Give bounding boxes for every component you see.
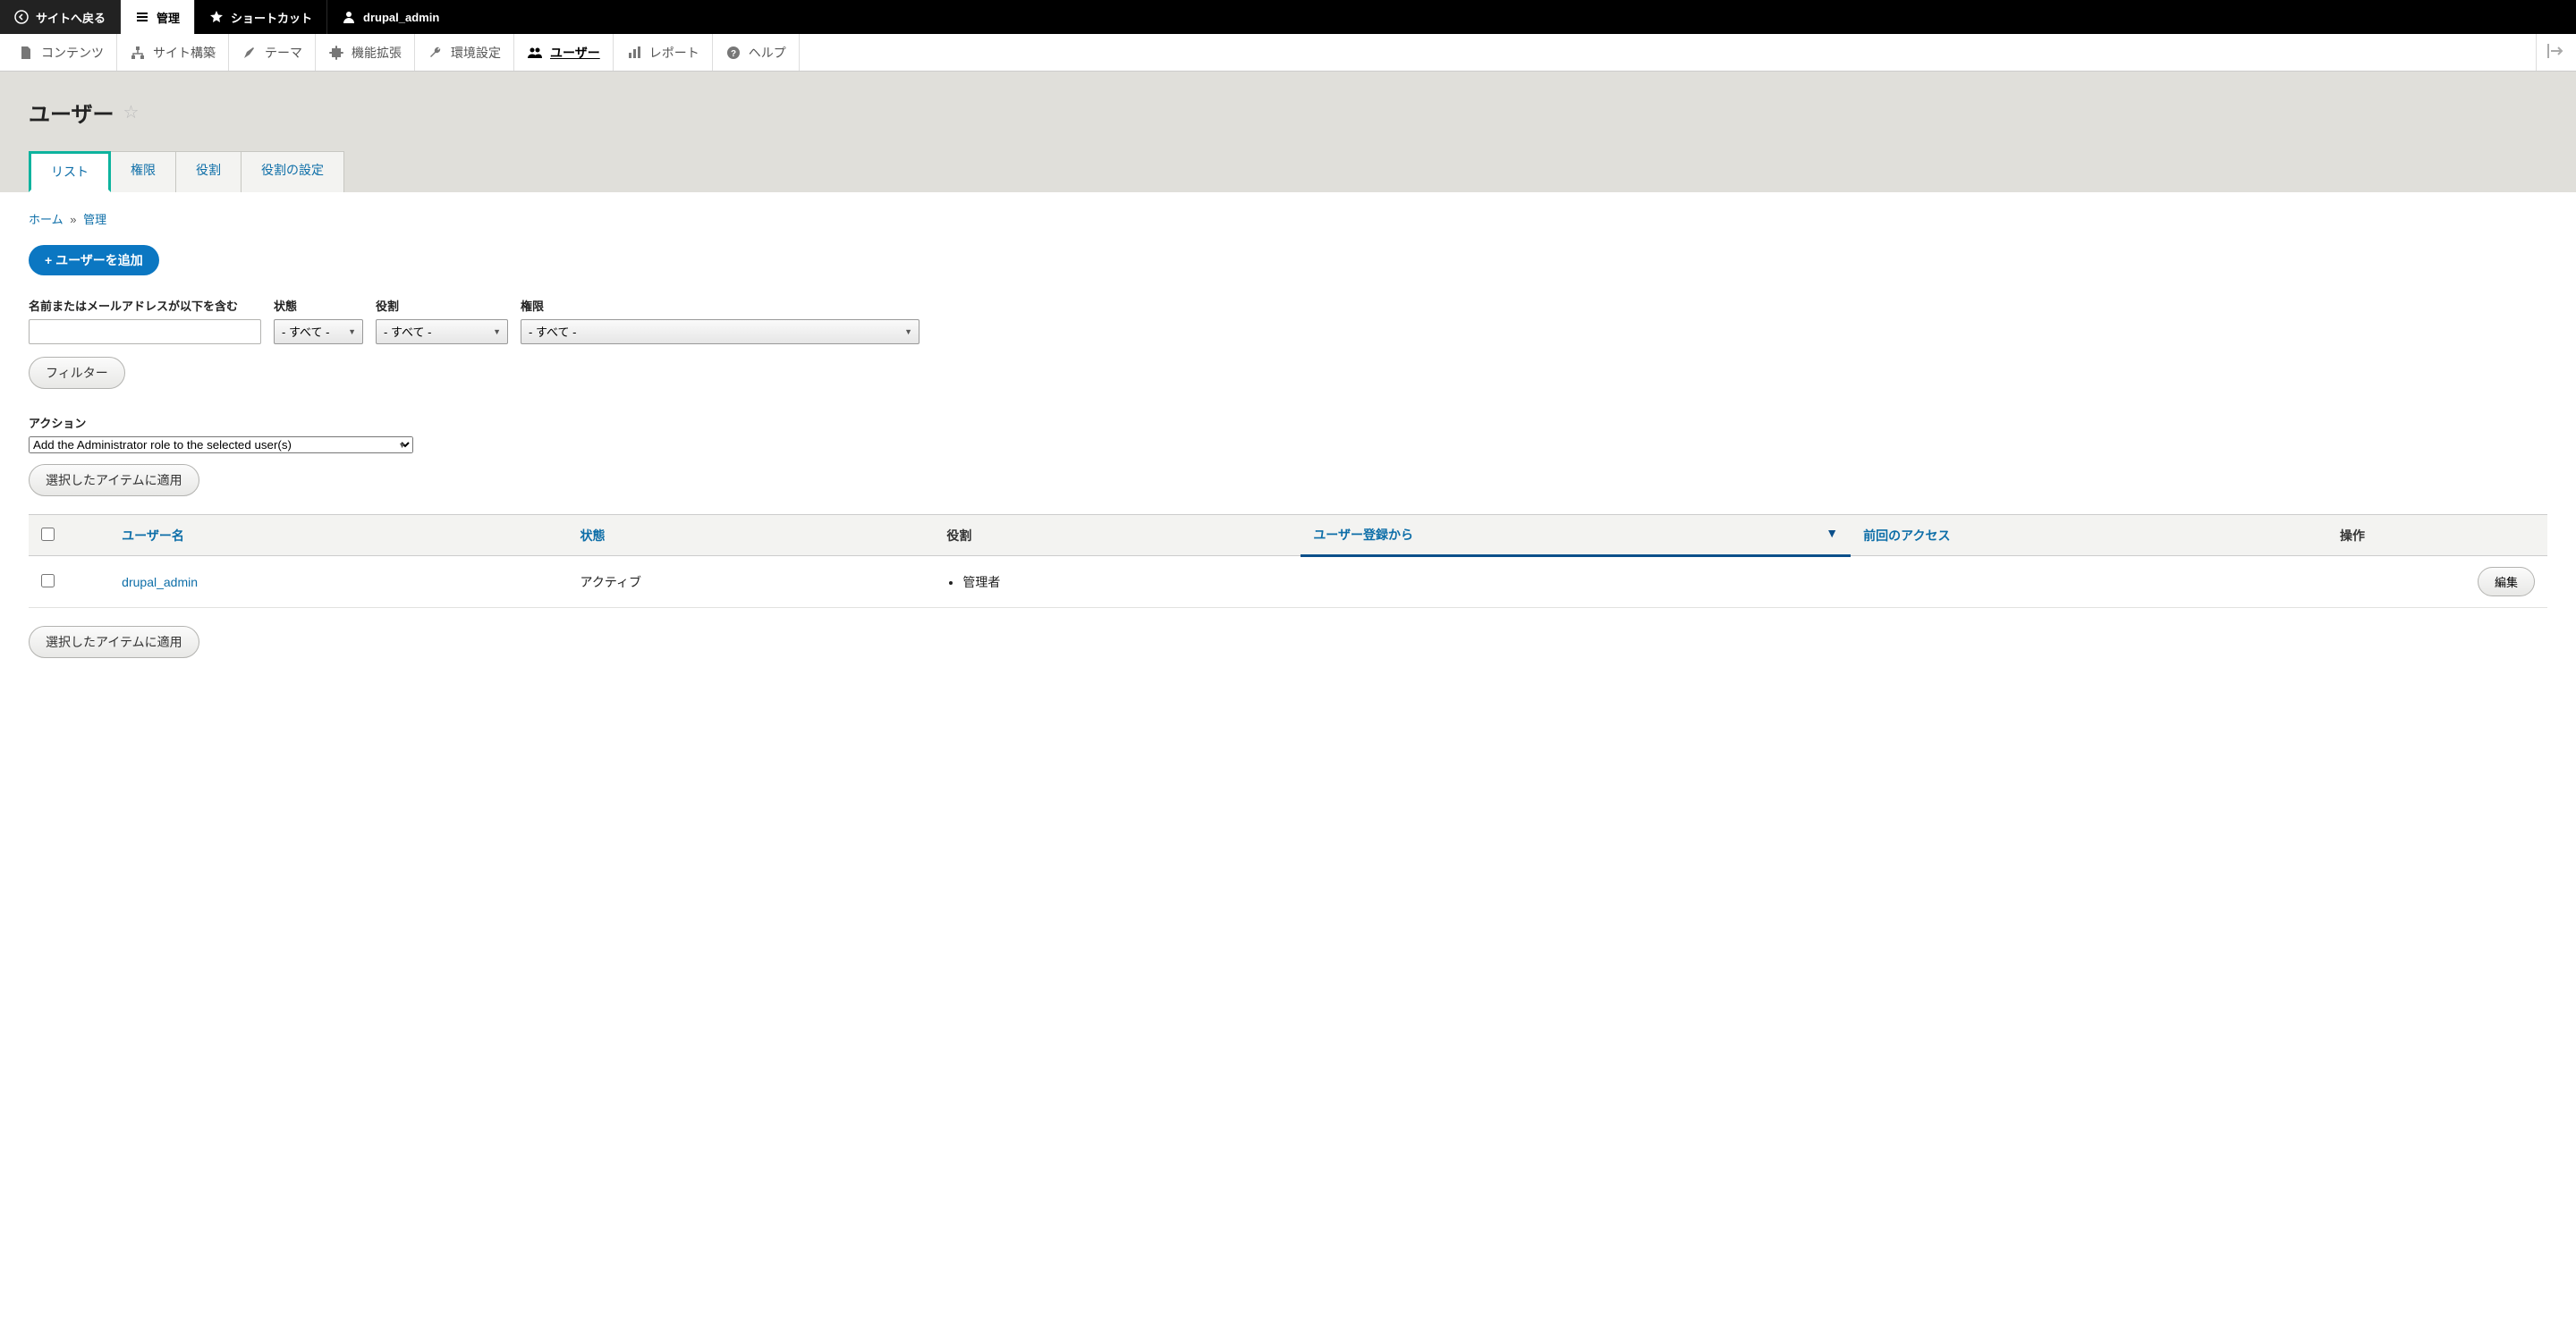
menu-reports-label: レポート (649, 44, 699, 62)
filter-status-label: 状態 (274, 297, 363, 314)
row-checkbox[interactable] (41, 574, 55, 587)
filter-form: 名前またはメールアドレスが以下を含む 状態 - すべて - 役割 - すべて -… (29, 297, 2547, 344)
row-username[interactable]: drupal_admin (122, 575, 198, 589)
page-title: ユーザー (29, 97, 114, 128)
people-icon (527, 45, 543, 61)
star-icon (209, 10, 224, 24)
menu-config-label: 環境設定 (451, 44, 501, 62)
document-icon (18, 45, 34, 61)
select-all-checkbox[interactable] (41, 528, 55, 541)
chart-icon (626, 45, 642, 61)
filter-perm-select[interactable]: - すべて - (521, 319, 919, 344)
manage-label: 管理 (157, 9, 180, 26)
favorite-star-icon[interactable]: ☆ (123, 101, 140, 123)
menu-extend-label: 機能拡張 (352, 44, 402, 62)
toolbar-top: サイトへ戻る 管理 ショートカット drupal_admin (0, 0, 2576, 34)
menu-appearance-label: テーマ (265, 44, 302, 62)
user-icon (342, 10, 356, 24)
menu-content-label: コンテンツ (41, 44, 104, 62)
menu-structure[interactable]: サイト構築 (117, 34, 229, 71)
back-to-site-label: サイトへ戻る (36, 9, 106, 26)
user-table: ユーザー名 状態 役割 ユーザー登録から ▼ 前回のアクセス 操作 drupal_… (29, 514, 2547, 608)
sort-desc-icon: ▼ (1826, 526, 1838, 540)
manage-toggle[interactable]: 管理 (121, 0, 195, 34)
help-icon: ? (725, 45, 741, 61)
apply-button-bottom[interactable]: 選択したアイテムに適用 (29, 626, 199, 658)
tab-role-settings[interactable]: 役割の設定 (242, 151, 344, 192)
add-user-button[interactable]: + ユーザーを追加 (29, 245, 159, 275)
th-member[interactable]: ユーザー登録から (1313, 528, 1413, 542)
row-member (1301, 556, 1851, 608)
menu-help[interactable]: ? ヘルプ (713, 34, 800, 71)
structure-icon (130, 45, 146, 61)
tabs: リスト 権限 役割 役割の設定 (29, 151, 2547, 192)
action-label: アクション (29, 414, 2547, 431)
th-last-access[interactable]: 前回のアクセス (1863, 528, 1950, 543)
menu-extend[interactable]: 機能拡張 (316, 34, 415, 71)
back-arrow-icon (14, 10, 29, 24)
tab-roles[interactable]: 役割 (176, 151, 242, 192)
action-select[interactable]: Add the Administrator role to the select… (29, 436, 413, 453)
shortcuts[interactable]: ショートカット (195, 0, 327, 34)
table-row: drupal_admin アクティブ 管理者 編集 (29, 556, 2547, 608)
filter-role-label: 役割 (376, 297, 508, 314)
user-menu[interactable]: drupal_admin (327, 0, 453, 34)
tab-permissions[interactable]: 権限 (111, 151, 176, 192)
tab-list[interactable]: リスト (29, 151, 111, 192)
back-to-site[interactable]: サイトへ戻る (0, 0, 121, 34)
breadcrumb-home[interactable]: ホーム (29, 213, 64, 226)
filter-button[interactable]: フィルター (29, 357, 125, 389)
apply-button-top[interactable]: 選択したアイテムに適用 (29, 464, 199, 496)
row-last-access (1851, 556, 2327, 608)
admin-menu: コンテンツ サイト構築 テーマ 機能拡張 環境設定 ユーザー レポート ? ヘル… (0, 34, 2576, 72)
breadcrumb: ホーム » 管理 (29, 210, 2547, 227)
row-status: アクティブ (568, 556, 935, 608)
puzzle-icon (328, 45, 344, 61)
menu-people-label: ユーザー (550, 44, 600, 62)
action-section: アクション Add the Administrator role to the … (29, 414, 2547, 496)
content: ホーム » 管理 + ユーザーを追加 名前またはメールアドレスが以下を含む 状態… (0, 192, 2576, 676)
shortcuts-label: ショートカット (231, 9, 312, 26)
hamburger-icon (135, 10, 149, 24)
svg-text:?: ? (731, 49, 736, 59)
menu-people[interactable]: ユーザー (514, 34, 614, 71)
menu-help-label: ヘルプ (749, 44, 786, 62)
th-ops: 操作 (2327, 515, 2547, 556)
menu-content[interactable]: コンテンツ (5, 34, 117, 71)
menu-structure-label: サイト構築 (153, 44, 216, 62)
menu-reports[interactable]: レポート (614, 34, 713, 71)
brush-icon (242, 45, 258, 61)
menu-appearance[interactable]: テーマ (229, 34, 316, 71)
th-status[interactable]: 状態 (580, 528, 606, 543)
filter-name-input[interactable] (29, 319, 261, 344)
filter-name-label: 名前またはメールアドレスが以下を含む (29, 297, 261, 314)
collapse-icon (2547, 44, 2565, 61)
menu-config[interactable]: 環境設定 (415, 34, 514, 71)
filter-perm-label: 権限 (521, 297, 919, 314)
wrench-icon (428, 45, 444, 61)
breadcrumb-sep: » (70, 213, 76, 226)
menu-collapse[interactable] (2536, 34, 2576, 71)
filter-role-select[interactable]: - すべて - (376, 319, 508, 344)
row-role: 管理者 (962, 573, 1288, 591)
breadcrumb-admin[interactable]: 管理 (83, 213, 106, 226)
filter-status-select[interactable]: - すべて - (274, 319, 363, 344)
page-header: ユーザー ☆ リスト 権限 役割 役割の設定 (0, 72, 2576, 192)
th-username[interactable]: ユーザー名 (122, 528, 184, 543)
user-menu-label: drupal_admin (363, 11, 439, 24)
edit-button[interactable]: 編集 (2478, 567, 2535, 596)
th-roles: 役割 (934, 515, 1301, 556)
